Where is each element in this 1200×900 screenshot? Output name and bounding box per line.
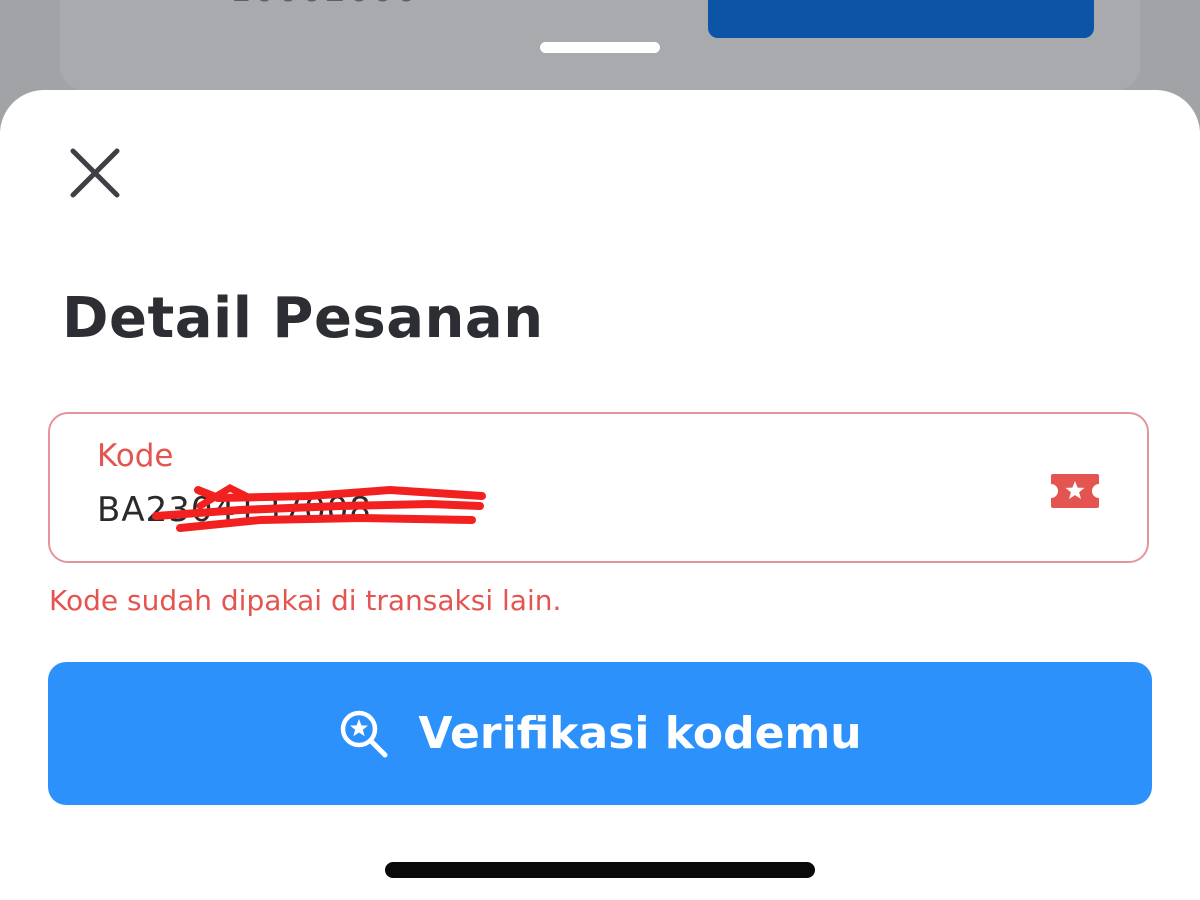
search-star-icon <box>341 710 388 757</box>
error-message: Kode sudah dipakai di transaksi lain. <box>49 584 562 617</box>
ticket-star-icon <box>1051 474 1099 508</box>
verify-button-label: Verifikasi kodemu <box>418 708 862 759</box>
sheet-drag-handle[interactable] <box>540 42 660 53</box>
background-amount-text: 10002000 <box>230 0 419 10</box>
code-field-label: Kode <box>97 438 174 474</box>
page-title: Detail Pesanan <box>62 286 544 351</box>
close-icon <box>70 148 120 198</box>
redaction-scribble <box>152 484 486 532</box>
background-button <box>708 0 1094 38</box>
verify-code-button[interactable]: Verifikasi kodemu <box>48 662 1152 805</box>
close-button[interactable] <box>62 140 128 206</box>
home-indicator[interactable] <box>385 862 815 878</box>
code-input-field[interactable]: Kode BA2304137008 <box>48 412 1149 563</box>
